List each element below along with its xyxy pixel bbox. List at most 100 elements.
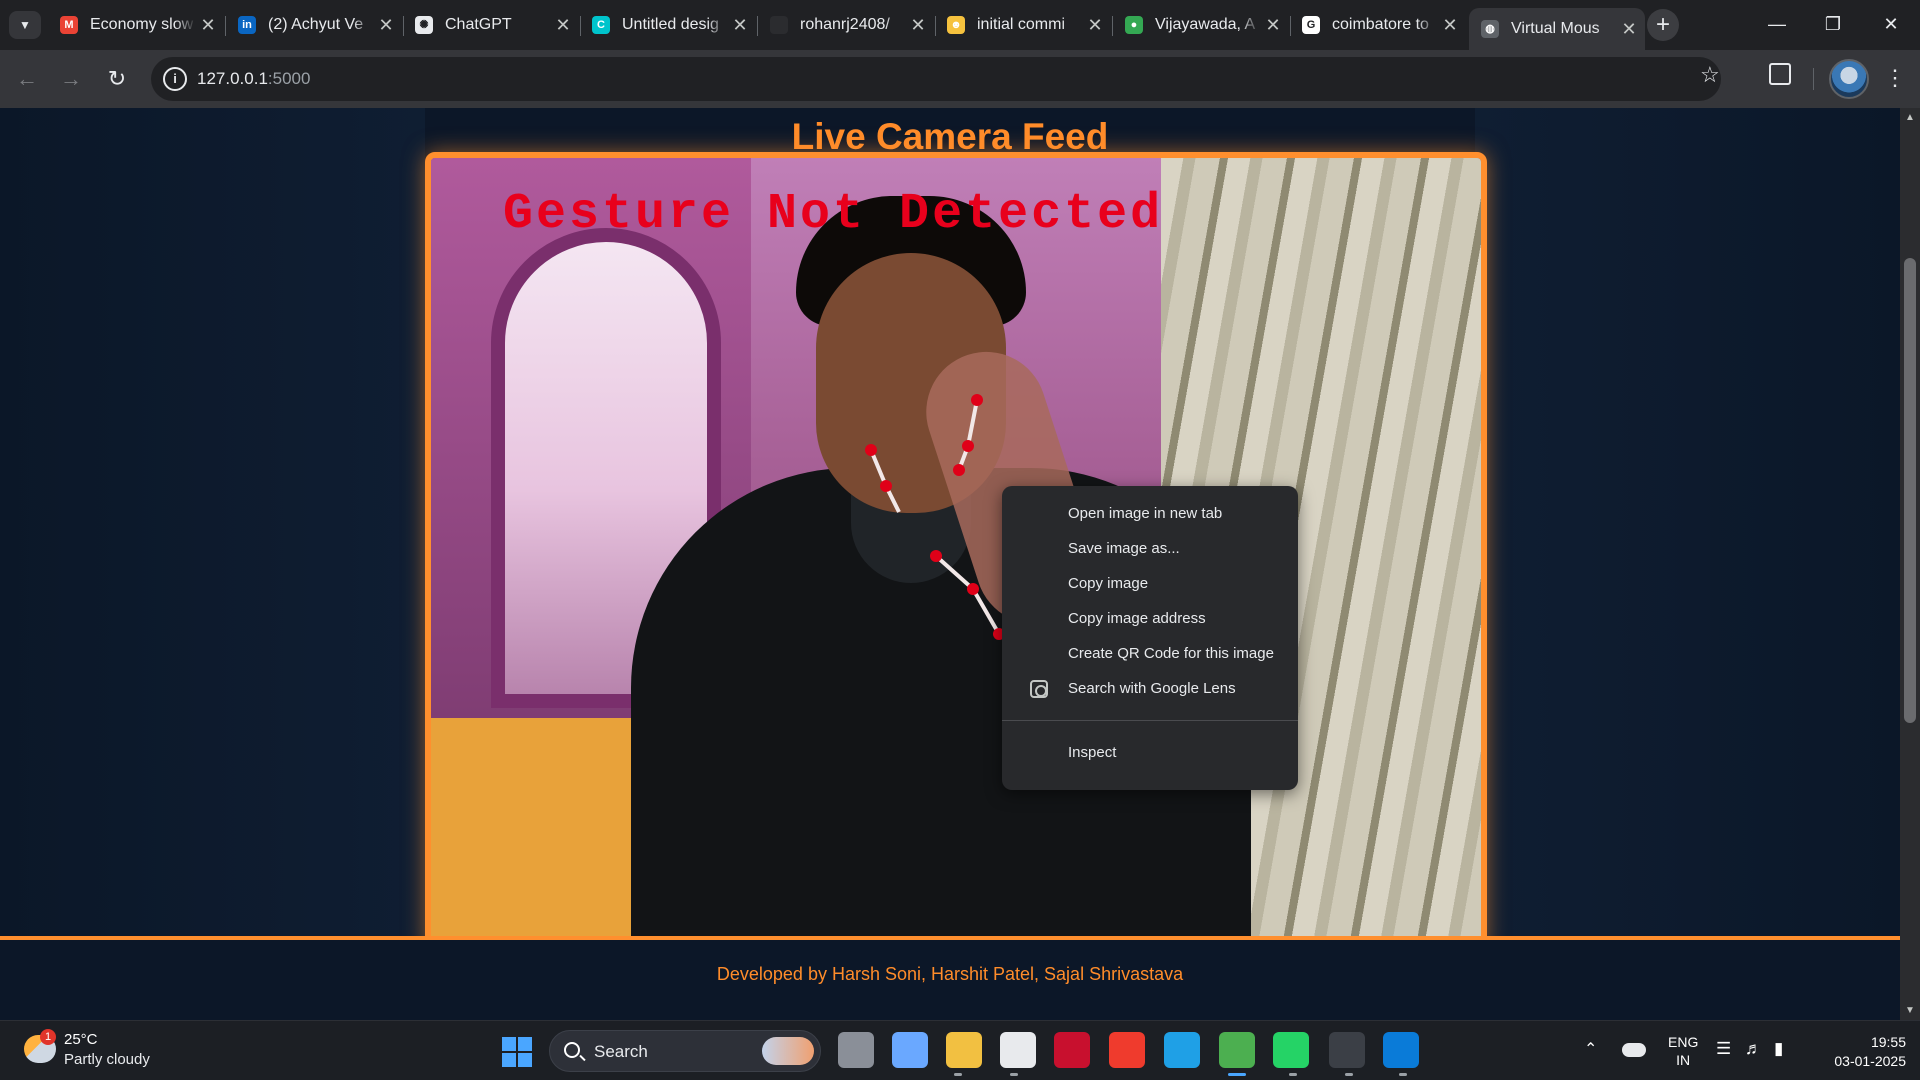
search-highlight-art-icon bbox=[762, 1037, 814, 1065]
onedrive-icon[interactable] bbox=[1622, 1043, 1646, 1057]
tray-overflow-chevron-icon[interactable]: ⌃ bbox=[1584, 1039, 1597, 1059]
copilot-icon[interactable] bbox=[892, 1032, 928, 1068]
url-port: :5000 bbox=[267, 69, 311, 88]
tab-strip: ▼ M Economy slow ✕ in (2) Achyut Ve ✕ ✺ ChatGPT… bbox=[0, 0, 1920, 50]
browser-toolbar: ← → ↻ i 127.0.0.1:5000 ☆ ⋮ bbox=[0, 50, 1920, 108]
tab-close-icon[interactable]: ✕ bbox=[1083, 15, 1107, 36]
cm-item-open-image-in-new-tab[interactable]: Open image in new tab bbox=[1002, 496, 1298, 531]
browser-tab[interactable]: in (2) Achyut Ve ✕ bbox=[226, 8, 402, 42]
running-app-indicator bbox=[1399, 1073, 1407, 1076]
camera-feed-image[interactable]: Gesture Not Detected bbox=[431, 158, 1481, 946]
tab-close-icon[interactable]: ✕ bbox=[551, 15, 575, 36]
terminal-icon[interactable] bbox=[1329, 1032, 1365, 1068]
chrome-menu-icon[interactable]: ⋮ bbox=[1884, 62, 1906, 94]
bookmark-star-icon[interactable]: ☆ bbox=[1700, 62, 1720, 88]
edge-icon[interactable] bbox=[1164, 1032, 1200, 1068]
reload-button[interactable]: ↻ bbox=[101, 63, 133, 95]
tab-close-icon[interactable]: ✕ bbox=[906, 15, 930, 36]
browser-tab[interactable]: ◍ Virtual Mous ✕ bbox=[1469, 8, 1645, 50]
file-explorer-icon[interactable] bbox=[946, 1032, 982, 1068]
github-icon bbox=[770, 16, 788, 34]
tab-title: coimbatore to bbox=[1332, 16, 1429, 33]
chatgpt-icon: ✺ bbox=[415, 16, 433, 34]
tab-close-icon[interactable]: ✕ bbox=[1261, 15, 1285, 36]
vscode-icon[interactable] bbox=[1383, 1032, 1419, 1068]
close-window-button[interactable]: ✕ bbox=[1866, 6, 1916, 42]
scroll-down-arrow-icon[interactable]: ▼ bbox=[1900, 1005, 1920, 1016]
tab-title: Economy slow bbox=[90, 16, 194, 33]
tab-close-icon[interactable]: ✕ bbox=[374, 15, 398, 36]
cm-item-create-qr-code-for-this-image[interactable]: Create QR Code for this image bbox=[1002, 636, 1298, 671]
running-app-indicator bbox=[1010, 1073, 1018, 1076]
cm-item-label: Copy image bbox=[1068, 575, 1149, 592]
cm-inspect[interactable]: Inspect bbox=[1002, 735, 1298, 770]
hand-landmarks-overlay bbox=[865, 394, 1005, 640]
maps-pin-icon: ● bbox=[1125, 16, 1143, 34]
browser-tab[interactable]: M Economy slow ✕ bbox=[48, 8, 224, 42]
tab-title: initial commi bbox=[977, 16, 1066, 33]
cm-item-search-with-google-lens[interactable]: Search with Google Lens bbox=[1002, 671, 1298, 706]
globe-icon: ◍ bbox=[1481, 20, 1499, 38]
new-tab-button[interactable]: + bbox=[1647, 9, 1679, 41]
tab-close-icon[interactable]: ✕ bbox=[196, 15, 220, 36]
anydesk-icon[interactable] bbox=[1109, 1032, 1145, 1068]
tab-title: (2) Achyut Ve bbox=[268, 16, 364, 33]
minimize-button[interactable]: — bbox=[1752, 6, 1802, 42]
battery-icon[interactable]: ▮ bbox=[1774, 1039, 1783, 1059]
browser-tab[interactable]: rohanrj2408/ ✕ bbox=[758, 8, 934, 42]
system-clock[interactable]: 19:55 03-01-2025 bbox=[1810, 1033, 1906, 1071]
whatsapp-icon[interactable] bbox=[1273, 1032, 1309, 1068]
extensions-icon[interactable] bbox=[1769, 63, 1791, 85]
camera-feed-frame: Gesture Not Detected bbox=[425, 152, 1487, 952]
site-info-icon[interactable]: i bbox=[163, 67, 187, 91]
url-host: 127.0.0.1 bbox=[197, 69, 268, 88]
chrome-icon[interactable] bbox=[1219, 1032, 1255, 1068]
taskbar-search-label: Search bbox=[594, 1042, 648, 1061]
tab-close-icon[interactable]: ✕ bbox=[1617, 19, 1641, 40]
tab-close-icon[interactable]: ✕ bbox=[728, 15, 752, 36]
url-text[interactable]: 127.0.0.1:5000 bbox=[197, 69, 310, 89]
running-app-indicator bbox=[1345, 1073, 1353, 1076]
cm-item-copy-image-address[interactable]: Copy image address bbox=[1002, 601, 1298, 636]
address-bar[interactable]: i 127.0.0.1:5000 bbox=[151, 57, 1721, 101]
microsoft-store-icon[interactable] bbox=[1000, 1032, 1036, 1068]
input-language[interactable]: ENG IN bbox=[1668, 1033, 1698, 1069]
page-scrollbar[interactable]: ▲ ▼ bbox=[1900, 108, 1920, 1020]
clock-time: 19:55 bbox=[1870, 1034, 1906, 1050]
cm-item-label: Create QR Code for this image bbox=[1068, 645, 1274, 662]
taskbar-search[interactable]: Search bbox=[549, 1030, 821, 1072]
cm-item-save-image-as[interactable]: Save image as... bbox=[1002, 531, 1298, 566]
cm-item-label: Search with Google Lens bbox=[1068, 680, 1236, 697]
start-windows-icon[interactable] bbox=[502, 1037, 532, 1067]
gesture-status-text: Gesture Not Detected bbox=[503, 186, 1164, 243]
weather-badge: 1 bbox=[40, 1029, 56, 1045]
cm-item-label: Save image as... bbox=[1068, 540, 1180, 557]
browser-tab[interactable]: ☻ initial commi ✕ bbox=[935, 8, 1111, 42]
image-context-menu: Open image in new tab Save image as... Cop… bbox=[1002, 486, 1298, 790]
cm-item-copy-image[interactable]: Copy image bbox=[1002, 566, 1298, 601]
browser-tab[interactable]: Gcoimbatore to ✕ bbox=[1290, 8, 1466, 42]
footer-credits: Developed by Harsh Soni, Harshit Patel, … bbox=[716, 964, 1184, 984]
tab-search-button[interactable]: ▼ bbox=[9, 11, 41, 39]
tab-close-icon[interactable]: ✕ bbox=[1438, 15, 1462, 36]
forward-button[interactable]: → bbox=[55, 63, 87, 95]
browser-tab[interactable]: ✺ ChatGPT ✕ bbox=[403, 8, 579, 42]
mcafee-icon[interactable] bbox=[1054, 1032, 1090, 1068]
cm-item-label: Open image in new tab bbox=[1068, 505, 1223, 522]
tab-title: Virtual Mous bbox=[1511, 20, 1600, 37]
profile-avatar[interactable] bbox=[1829, 59, 1869, 99]
scrollbar-thumb[interactable] bbox=[1904, 258, 1916, 723]
weather-description: Partly cloudy bbox=[64, 1051, 150, 1068]
wifi-icon[interactable]: ☰ bbox=[1716, 1039, 1731, 1059]
volume-icon[interactable]: ♬ bbox=[1745, 1039, 1762, 1059]
back-button[interactable]: ← bbox=[11, 63, 43, 95]
browser-tab[interactable]: ● Vijayawada, A ✕ bbox=[1113, 8, 1289, 42]
lang-code: ENG bbox=[1668, 1034, 1699, 1050]
task-view-icon[interactable] bbox=[838, 1032, 874, 1068]
restore-button[interactable]: ❐ bbox=[1808, 6, 1858, 42]
clock-date: 03-01-2025 bbox=[1834, 1053, 1906, 1069]
cm-item-label: Copy image address bbox=[1068, 610, 1206, 627]
scroll-up-arrow-icon[interactable]: ▲ bbox=[1900, 112, 1920, 123]
browser-tab[interactable]: C Untitled desig ✕ bbox=[580, 8, 756, 42]
page-viewport: Live Camera Feed Gesture Not Detected De… bbox=[0, 108, 1900, 1020]
